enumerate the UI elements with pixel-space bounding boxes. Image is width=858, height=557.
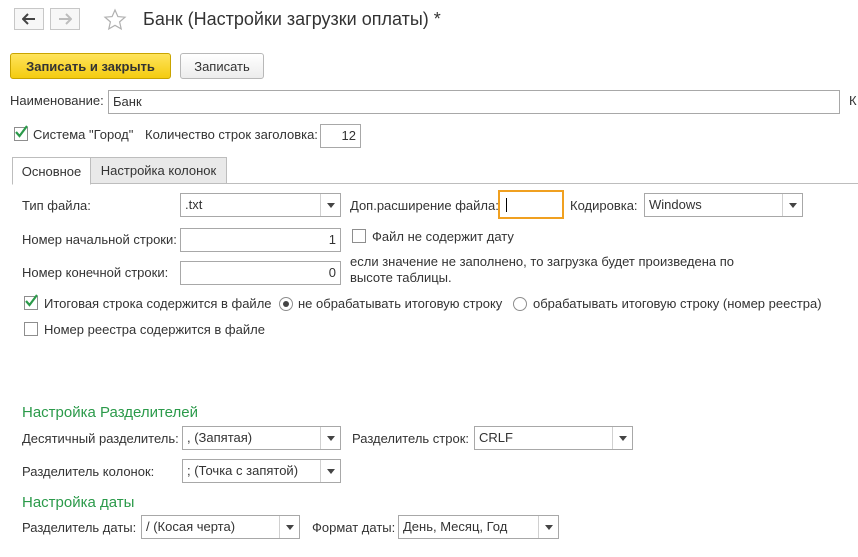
arrow-right-icon <box>59 13 72 25</box>
decimal-sep-label: Десятичный разделитель: <box>22 431 179 446</box>
separators-section-title: Настройка Разделителей <box>22 404 198 421</box>
file-type-dropdown-button[interactable] <box>320 194 340 216</box>
date-format-label: Формат даты: <box>312 520 396 535</box>
ext-field[interactable] <box>498 190 564 219</box>
encoding-label: Кодировка: <box>570 198 638 213</box>
registry-checkbox[interactable] <box>24 322 38 336</box>
save-and-close-button[interactable]: Записать и закрыть <box>10 53 171 79</box>
decimal-sep-value: , (Запятая) <box>187 430 253 445</box>
arrow-left-icon <box>22 13 35 25</box>
total-row-label: Итоговая строка содержится в файле <box>44 296 272 311</box>
end-row-hint-line2: высоте таблицы. <box>350 270 452 285</box>
date-section-title: Настройка даты <box>22 494 135 511</box>
registry-label: Номер реестра содержится в файле <box>44 322 265 337</box>
date-sep-select[interactable]: / (Косая черта) <box>141 515 300 539</box>
file-type-select[interactable]: .txt <box>180 193 341 217</box>
col-sep-select[interactable]: ; (Точка с запятой) <box>182 459 341 483</box>
col-sep-value: ; (Точка с запятой) <box>187 463 299 478</box>
start-row-field[interactable]: 1 <box>180 228 341 252</box>
header-rows-label: Количество строк заголовка: <box>145 127 318 142</box>
end-row-hint-line1: если значение не заполнено, то загрузка … <box>350 254 735 269</box>
code-label-cut: К <box>849 93 857 108</box>
decimal-sep-dropdown-button[interactable] <box>320 427 340 449</box>
header-rows-field[interactable]: 12 <box>320 124 361 148</box>
radio-no-process-label: не обрабатывать итоговую строку <box>298 296 503 311</box>
date-sep-dropdown-button[interactable] <box>279 516 299 538</box>
chevron-down-icon <box>326 468 335 474</box>
save-button[interactable]: Записать <box>180 53 264 79</box>
chevron-down-icon <box>326 435 335 441</box>
back-button[interactable] <box>14 8 44 30</box>
date-format-value: День, Месяц, Год <box>403 519 508 534</box>
checkmark-icon <box>25 294 38 307</box>
row-sep-dropdown-button[interactable] <box>612 427 632 449</box>
date-sep-label: Разделитель даты: <box>22 520 137 535</box>
name-label: Наименование: <box>10 93 104 108</box>
no-date-label: Файл не содержит дату <box>372 229 514 244</box>
date-format-select[interactable]: День, Месяц, Год <box>398 515 559 539</box>
system-gorod-label: Система "Город" <box>33 127 134 142</box>
date-format-dropdown-button[interactable] <box>538 516 558 538</box>
row-sep-select[interactable]: CRLF <box>474 426 633 450</box>
file-type-value: .txt <box>185 197 203 212</box>
tab-columns-settings[interactable]: Настройка колонок <box>90 157 227 184</box>
checkmark-icon <box>15 125 28 138</box>
tab-main[interactable]: Основное <box>12 157 91 185</box>
no-date-checkbox[interactable] <box>352 229 366 243</box>
radio-no-process-total[interactable] <box>279 297 293 311</box>
end-row-label: Номер конечной строки: <box>22 265 169 280</box>
row-sep-label: Разделитель строк: <box>352 431 470 446</box>
total-row-checkbox[interactable] <box>24 294 38 310</box>
date-sep-value: / (Косая черта) <box>146 519 236 534</box>
name-field[interactable]: Банк <box>108 90 840 114</box>
row-sep-value: CRLF <box>479 430 513 445</box>
col-sep-dropdown-button[interactable] <box>320 460 340 482</box>
favorite-star-button[interactable] <box>103 8 127 32</box>
system-gorod-checkbox[interactable] <box>14 125 28 141</box>
ext-label: Доп.расширение файла: <box>350 198 499 213</box>
text-caret <box>506 198 507 212</box>
chevron-down-icon <box>544 524 553 530</box>
window-title: Банк (Настройки загрузки оплаты) * <box>143 9 441 29</box>
end-row-field[interactable]: 0 <box>180 261 341 285</box>
encoding-dropdown-button[interactable] <box>782 194 802 216</box>
encoding-value: Windows <box>649 197 702 212</box>
radio-process-label: обрабатывать итоговую строку (номер реес… <box>533 296 822 311</box>
start-row-label: Номер начальной строки: <box>22 232 177 247</box>
encoding-select[interactable]: Windows <box>644 193 803 217</box>
decimal-sep-select[interactable]: , (Запятая) <box>182 426 341 450</box>
radio-process-total[interactable] <box>513 297 527 311</box>
chevron-down-icon <box>788 202 797 208</box>
forward-button[interactable] <box>50 8 80 30</box>
chevron-down-icon <box>285 524 294 530</box>
chevron-down-icon <box>326 202 335 208</box>
col-sep-label: Разделитель колонок: <box>22 464 155 479</box>
file-type-label: Тип файла: <box>22 198 91 213</box>
star-icon <box>103 8 127 31</box>
chevron-down-icon <box>618 435 627 441</box>
